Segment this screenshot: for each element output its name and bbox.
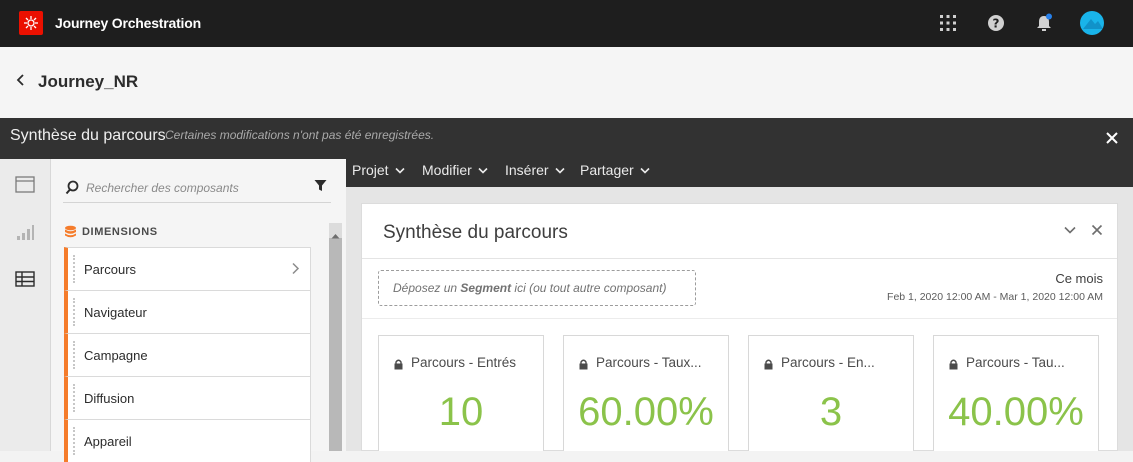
menu-label: Insérer <box>505 162 549 178</box>
visualizations-icon[interactable] <box>15 223 37 243</box>
metric-value: 40.00% <box>948 390 1084 434</box>
list-item-label: Parcours <box>84 262 137 277</box>
dropzone-text: Déposez un Segment ici (ou tout autre co… <box>393 281 667 295</box>
avatar[interactable] <box>1080 11 1104 35</box>
list-item-label: Navigateur <box>84 305 147 320</box>
date-range-value[interactable]: Feb 1, 2020 12:00 AM - Mar 1, 2020 12:00… <box>887 291 1103 303</box>
search-icon <box>65 180 80 200</box>
metric-tile[interactable]: Parcours - En... 3 <box>748 335 914 451</box>
notifications-icon[interactable] <box>1033 12 1055 34</box>
menu-label: Partager <box>580 162 634 178</box>
left-rail <box>0 159 51 451</box>
list-item-label: Campagne <box>84 348 148 363</box>
lock-icon <box>394 357 403 370</box>
metric-title: Parcours - En... <box>781 355 875 370</box>
scroll-up-arrow-icon[interactable] <box>331 226 340 244</box>
metric-value: 60.00% <box>578 390 714 434</box>
divider <box>362 258 1117 259</box>
journey-header <box>0 47 1133 118</box>
chevron-down-icon <box>478 167 488 174</box>
search-box[interactable]: Rechercher des composants <box>63 171 331 203</box>
dimensions-list: Parcours Navigateur Campagne Diffusion A… <box>64 247 311 462</box>
dimensions-icon <box>64 225 77 243</box>
chevron-right-icon[interactable] <box>291 262 300 280</box>
help-icon[interactable]: ? <box>985 12 1007 34</box>
lock-icon <box>949 357 958 370</box>
metric-title: Parcours - Taux... <box>596 355 702 370</box>
drag-handle[interactable] <box>73 384 75 412</box>
panels-icon[interactable] <box>15 176 37 196</box>
filter-icon[interactable] <box>314 179 327 197</box>
collapse-chevron-icon[interactable] <box>1063 223 1077 237</box>
unsaved-changes-note: Certaines modifications n'ont pas été en… <box>165 128 435 142</box>
lock-icon <box>579 357 588 370</box>
metric-tile[interactable]: Parcours - Entrés 10 <box>378 335 544 451</box>
metric-tile[interactable]: Parcours - Taux... 60.00% <box>563 335 729 451</box>
segment-dropzone[interactable]: Déposez un Segment ici (ou tout autre co… <box>378 270 696 306</box>
section-label-dimensions: DIMENSIONS <box>82 226 158 238</box>
menu-inserer[interactable]: Insérer <box>505 162 565 178</box>
panel-title[interactable]: Synthèse du parcours <box>383 222 568 244</box>
list-item-label: Appareil <box>84 434 132 449</box>
close-icon[interactable] <box>1104 130 1120 146</box>
metric-title: Parcours - Entrés <box>411 355 517 370</box>
apps-grid-icon[interactable] <box>937 12 959 34</box>
app-name[interactable]: Journey Orchestration <box>55 15 201 31</box>
adobe-logo-icon[interactable] <box>19 11 43 35</box>
metric-value: 10 <box>438 390 484 434</box>
chevron-down-icon <box>395 167 405 174</box>
drag-handle[interactable] <box>73 341 75 369</box>
journey-title: Journey_NR <box>38 72 139 91</box>
list-item-label: Diffusion <box>84 391 135 406</box>
menu-label: Projet <box>352 162 389 178</box>
list-item[interactable]: Diffusion <box>64 376 311 419</box>
workspace-title: Synthèse du parcours <box>10 127 166 144</box>
back-chevron-icon[interactable] <box>14 73 28 87</box>
list-item[interactable]: Navigateur <box>64 290 311 333</box>
scrollbar-thumb[interactable] <box>329 238 342 451</box>
list-item[interactable]: Appareil <box>64 419 311 462</box>
date-range-label[interactable]: Ce mois <box>1055 271 1103 286</box>
list-item[interactable]: Parcours <box>64 247 311 290</box>
chevron-down-icon <box>555 167 565 174</box>
metric-tile[interactable]: Parcours - Tau... 40.00% <box>933 335 1099 451</box>
menu-partager[interactable]: Partager <box>580 162 650 178</box>
chevron-down-icon <box>640 167 650 174</box>
drag-handle[interactable] <box>73 298 75 326</box>
list-item[interactable]: Campagne <box>64 333 311 376</box>
drag-handle[interactable] <box>73 255 75 283</box>
metric-value: 3 <box>819 390 843 434</box>
search-input[interactable]: Rechercher des composants <box>86 181 239 195</box>
svg-text:?: ? <box>993 17 1000 31</box>
panel-close-icon[interactable] <box>1090 223 1104 237</box>
components-icon[interactable] <box>15 270 37 290</box>
menu-label: Modifier <box>422 162 472 178</box>
divider <box>362 318 1117 319</box>
menu-modifier[interactable]: Modifier <box>422 162 488 178</box>
metric-title: Parcours - Tau... <box>966 355 1065 370</box>
lock-icon <box>764 357 773 370</box>
menu-projet[interactable]: Projet <box>352 162 405 178</box>
